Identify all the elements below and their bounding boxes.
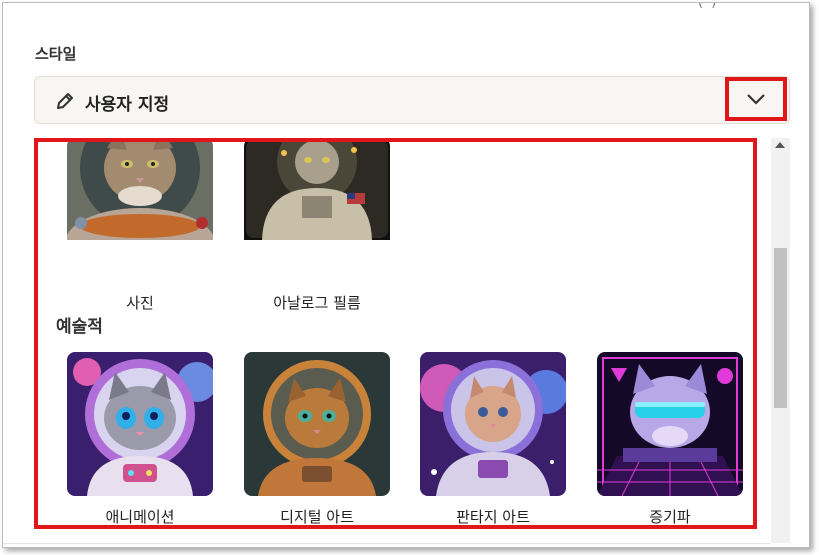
dropdown-toggle-button[interactable]	[725, 77, 787, 121]
scroll-up-arrow-icon[interactable]	[775, 142, 785, 148]
style-thumbnail-vaporwave	[597, 352, 743, 496]
style-option-analog-film[interactable]: 아날로그 필름	[244, 142, 390, 313]
style-options-panel: 사진 아날로그 필름 예술적 애니메이션 디지털 아트 판타지 아트 증기파	[34, 138, 757, 529]
style-option-label: 사진	[126, 294, 154, 312]
panel-scrollbar[interactable]	[771, 138, 790, 543]
section-label-style: 스타일	[35, 45, 77, 63]
style-thumbnail-photo	[67, 142, 213, 282]
category-heading-artistic: 예술적	[56, 317, 103, 337]
style-settings-window: ( ) 스타일 사용자 지정 사진 아날로그 필름 예술적 애니메이션 디지털 …	[2, 2, 810, 548]
style-option-label: 판타지 아트	[456, 508, 530, 526]
style-option-label: 애니메이션	[105, 508, 175, 526]
pencil-icon	[57, 93, 73, 109]
style-thumbnail-digital-art	[244, 352, 390, 496]
style-dropdown[interactable]: 사용자 지정	[34, 76, 790, 124]
style-option-label: 아날로그 필름	[273, 294, 361, 312]
style-thumbnail-fantasy-art	[420, 352, 566, 496]
style-option-animation[interactable]: 애니메이션	[67, 352, 213, 526]
style-option-photo[interactable]: 사진	[67, 142, 213, 313]
style-option-vaporwave[interactable]: 증기파	[597, 352, 743, 526]
style-option-digital-art[interactable]: 디지털 아트	[244, 352, 390, 526]
chevron-down-icon	[747, 94, 765, 105]
style-option-label: 증기파	[649, 508, 691, 526]
scrollbar-thumb[interactable]	[774, 248, 787, 408]
style-option-label: 디지털 아트	[280, 508, 354, 526]
divider	[3, 543, 771, 544]
style-thumbnail-animation	[67, 352, 213, 496]
style-option-fantasy-art[interactable]: 판타지 아트	[420, 352, 566, 526]
dropdown-selected-value: 사용자 지정	[85, 95, 170, 115]
truncated-header-text: ( )	[698, 2, 719, 10]
style-thumbnail-analog-film	[244, 142, 390, 282]
